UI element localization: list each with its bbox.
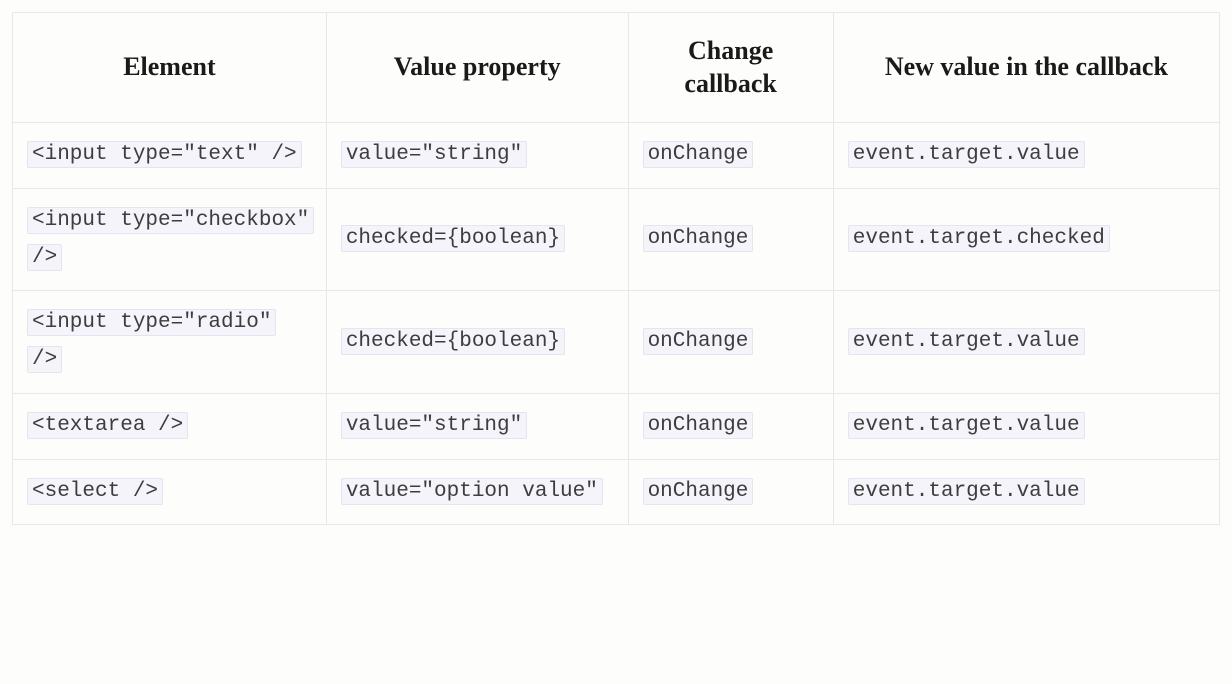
cell-value-property: value="string" (326, 393, 628, 459)
code-snippet: onChange (643, 478, 754, 505)
code-snippet: event.target.value (848, 141, 1085, 168)
cell-value-property: value="option value" (326, 459, 628, 525)
code-snippet: value="string" (341, 141, 527, 168)
table-row: <textarea /> value="string" onChange eve… (13, 393, 1220, 459)
code-snippet: <input type="checkbox" /> (27, 207, 314, 271)
cell-change-callback: onChange (628, 188, 833, 291)
code-snippet: <textarea /> (27, 412, 188, 439)
table-row: <input type="checkbox" /> checked={boole… (13, 188, 1220, 291)
cell-new-value: event.target.value (833, 291, 1219, 394)
code-snippet: value="option value" (341, 478, 603, 505)
cell-value-property: checked={boolean} (326, 188, 628, 291)
form-elements-table: Element Value property Change callback N… (12, 12, 1220, 525)
code-snippet: checked={boolean} (341, 225, 565, 252)
code-snippet: event.target.value (848, 478, 1085, 505)
table-row: <select /> value="option value" onChange… (13, 459, 1220, 525)
code-snippet: <input type="text" /> (27, 141, 302, 168)
cell-element: <textarea /> (13, 393, 327, 459)
table-row: <input type="radio" /> checked={boolean}… (13, 291, 1220, 394)
cell-value-property: value="string" (326, 123, 628, 189)
table-row: <input type="text" /> value="string" onC… (13, 123, 1220, 189)
cell-element: <input type="radio" /> (13, 291, 327, 394)
cell-change-callback: onChange (628, 123, 833, 189)
cell-change-callback: onChange (628, 393, 833, 459)
header-new-value: New value in the callback (833, 13, 1219, 123)
header-element: Element (13, 13, 327, 123)
code-snippet: event.target.checked (848, 225, 1110, 252)
code-snippet: <select /> (27, 478, 163, 505)
code-snippet: value="string" (341, 412, 527, 439)
code-snippet: onChange (643, 412, 754, 439)
code-snippet: onChange (643, 225, 754, 252)
cell-value-property: checked={boolean} (326, 291, 628, 394)
cell-new-value: event.target.value (833, 393, 1219, 459)
header-value-property: Value property (326, 13, 628, 123)
code-snippet: event.target.value (848, 328, 1085, 355)
cell-element: <select /> (13, 459, 327, 525)
cell-new-value: event.target.value (833, 459, 1219, 525)
cell-change-callback: onChange (628, 459, 833, 525)
header-change-callback: Change callback (628, 13, 833, 123)
code-snippet: onChange (643, 141, 754, 168)
cell-new-value: event.target.checked (833, 188, 1219, 291)
cell-element: <input type="checkbox" /> (13, 188, 327, 291)
cell-change-callback: onChange (628, 291, 833, 394)
code-snippet: checked={boolean} (341, 328, 565, 355)
table-header-row: Element Value property Change callback N… (13, 13, 1220, 123)
code-snippet: <input type="radio" /> (27, 309, 276, 373)
code-snippet: event.target.value (848, 412, 1085, 439)
code-snippet: onChange (643, 328, 754, 355)
cell-element: <input type="text" /> (13, 123, 327, 189)
cell-new-value: event.target.value (833, 123, 1219, 189)
